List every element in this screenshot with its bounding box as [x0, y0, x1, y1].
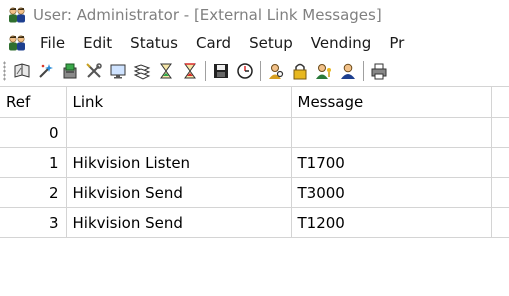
- grid-header-row: Ref Link Message: [0, 86, 509, 118]
- lock-icon[interactable]: [289, 60, 311, 82]
- link-messages-grid: Ref Link Message 0 1 Hikvision Listen T1…: [0, 86, 509, 238]
- monitor-icon[interactable]: [107, 60, 129, 82]
- table-row[interactable]: 2 Hikvision Send T3000: [0, 177, 509, 208]
- cell-ref[interactable]: 1: [0, 147, 67, 178]
- table-row[interactable]: 3 Hikvision Send T1200: [0, 207, 509, 238]
- cell-message[interactable]: T1200: [291, 207, 492, 238]
- title-bar: User: Administrator - [External Link Mes…: [0, 0, 509, 30]
- user-icon[interactable]: [337, 60, 359, 82]
- column-header-message[interactable]: Message: [291, 86, 492, 118]
- user-key-icon[interactable]: [313, 60, 335, 82]
- cell-filler: [491, 177, 509, 208]
- save-icon[interactable]: [210, 60, 232, 82]
- menu-vending[interactable]: Vending: [302, 34, 381, 52]
- menu-edit[interactable]: Edit: [74, 34, 121, 52]
- toolbar-separator: [205, 61, 206, 81]
- clock-icon[interactable]: [234, 60, 256, 82]
- menu-status[interactable]: Status: [121, 34, 187, 52]
- card-reader-icon[interactable]: [59, 60, 81, 82]
- cell-link[interactable]: Hikvision Listen: [66, 147, 292, 178]
- column-header-ref[interactable]: Ref: [0, 86, 67, 118]
- cell-filler: [491, 117, 509, 148]
- sheets-icon[interactable]: [131, 60, 153, 82]
- cell-ref[interactable]: 2: [0, 177, 67, 208]
- menu-setup[interactable]: Setup: [240, 34, 302, 52]
- window-title: User: Administrator - [External Link Mes…: [33, 6, 382, 24]
- cell-ref[interactable]: 3: [0, 207, 67, 238]
- column-header-filler: [491, 86, 509, 118]
- toolbar-separator: [363, 61, 364, 81]
- cell-message[interactable]: [291, 117, 492, 148]
- printer-icon[interactable]: [368, 60, 390, 82]
- cell-link[interactable]: Hikvision Send: [66, 207, 292, 238]
- cell-link[interactable]: [66, 117, 292, 148]
- user-search-icon[interactable]: [265, 60, 287, 82]
- column-header-link[interactable]: Link: [66, 86, 292, 118]
- hourglass-icon[interactable]: [155, 60, 177, 82]
- cell-ref[interactable]: 0: [0, 117, 67, 148]
- menu-truncated[interactable]: Pr: [380, 34, 413, 52]
- menu-bar: File Edit Status Card Setup Vending Pr: [0, 30, 509, 56]
- people-icon[interactable]: [7, 34, 27, 52]
- cell-filler: [491, 207, 509, 238]
- book-icon[interactable]: [11, 60, 33, 82]
- wand-icon[interactable]: [35, 60, 57, 82]
- menu-file[interactable]: File: [31, 34, 74, 52]
- toolbar: [0, 57, 509, 85]
- cell-message[interactable]: T1700: [291, 147, 492, 178]
- cell-filler: [491, 147, 509, 178]
- hourglass-red-icon[interactable]: [179, 60, 201, 82]
- toolbar-grip[interactable]: [3, 61, 6, 81]
- cell-message[interactable]: T3000: [291, 177, 492, 208]
- people-icon: [7, 6, 27, 24]
- app-window: User: Administrator - [External Link Mes…: [0, 0, 509, 296]
- tools-icon[interactable]: [83, 60, 105, 82]
- cell-link[interactable]: Hikvision Send: [66, 177, 292, 208]
- table-row[interactable]: 1 Hikvision Listen T1700: [0, 147, 509, 178]
- table-row[interactable]: 0: [0, 117, 509, 148]
- toolbar-separator: [260, 61, 261, 81]
- menu-card[interactable]: Card: [187, 34, 240, 52]
